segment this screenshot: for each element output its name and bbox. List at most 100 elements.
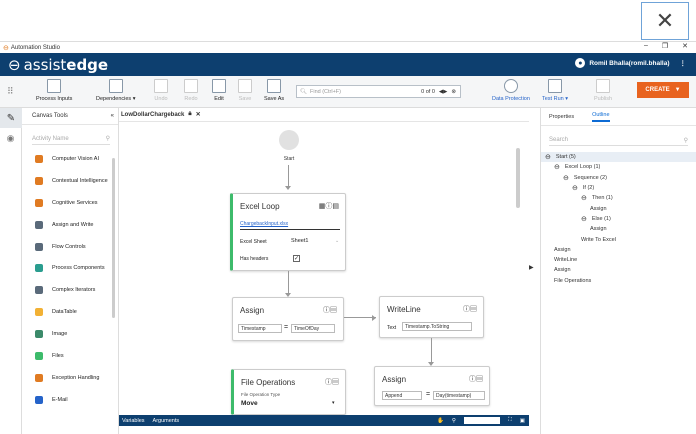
- zoom-search-icon[interactable]: ⚲: [452, 418, 456, 424]
- edit-button[interactable]: Edit: [212, 79, 226, 102]
- has-headers-checkbox[interactable]: ✓: [293, 255, 300, 262]
- assign2-info-icons[interactable]: ⓘ▤: [469, 374, 483, 384]
- pan-icon[interactable]: ✋: [437, 418, 444, 424]
- assign-to-input[interactable]: Timestamp: [238, 324, 282, 333]
- brand-bar: ⊖ assist edge ● Romil Bhalla(romil.bhalla…: [0, 53, 696, 76]
- assign2-to-input[interactable]: Append: [382, 391, 422, 400]
- assign-info-icons[interactable]: ⓘ▤: [323, 305, 337, 315]
- start-node[interactable]: [279, 130, 299, 150]
- collapse-toggle-icon[interactable]: ⊖: [545, 153, 551, 161]
- tool-item[interactable]: Flow Controls: [22, 236, 118, 258]
- canvas-tools-rail-button[interactable]: ✎: [0, 108, 22, 128]
- file-ops-info-icons[interactable]: ⓘ▤: [325, 377, 339, 387]
- find-prev-next-icon[interactable]: ◀▶: [439, 89, 447, 95]
- tool-item[interactable]: Assign and Write: [22, 214, 118, 236]
- collapse-toggle-icon[interactable]: ⊖: [572, 184, 578, 192]
- create-button[interactable]: CREATE ▼: [637, 82, 689, 98]
- settings-rail-icon[interactable]: ◉: [0, 128, 21, 148]
- data-protection-button[interactable]: Data Protection: [492, 79, 530, 102]
- canvas-scrollbar[interactable]: [516, 148, 520, 208]
- tool-item[interactable]: E-Mail: [22, 389, 118, 411]
- tool-item[interactable]: Files: [22, 345, 118, 367]
- lock-icon: 🔒︎: [188, 111, 192, 117]
- outline-node[interactable]: Assign: [541, 265, 696, 275]
- writeline-activity[interactable]: WriteLine ⓘ▤ Text Timestamp.ToString: [379, 296, 484, 338]
- file-ops-title: File Operations: [241, 378, 296, 387]
- overview-icon[interactable]: ▣: [520, 418, 525, 424]
- writeline-text-input[interactable]: Timestamp.ToString: [402, 322, 472, 331]
- outline-node[interactable]: File Operations: [541, 276, 696, 286]
- collapse-toggle-icon[interactable]: ⊖: [581, 215, 587, 223]
- redo-button[interactable]: Redo: [184, 79, 198, 102]
- canvas-tab[interactable]: LowDollarChargeback 🔒︎ ✕: [119, 108, 529, 122]
- excel-loop-activity[interactable]: Excel Loop ▦ⓘ▤ ChargebackInput.xlsx Exce…: [230, 193, 346, 271]
- collapse-toggle-icon[interactable]: ⊖: [581, 194, 587, 202]
- user-menu[interactable]: ● Romil Bhalla(romil.bhalla) ⋮: [575, 58, 686, 68]
- fit-icon[interactable]: ⛶: [508, 417, 512, 424]
- process-inputs-button[interactable]: Process Inputs: [36, 79, 72, 102]
- excel-file-link[interactable]: ChargebackInput.xlsx: [240, 221, 288, 227]
- more-menu-icon[interactable]: ⋮: [680, 59, 687, 67]
- arguments-tab[interactable]: Arguments: [153, 418, 180, 424]
- window-close-icon[interactable]: ✕: [682, 42, 688, 50]
- test-run-button[interactable]: Test Run ▾: [542, 79, 568, 102]
- tool-item[interactable]: Image: [22, 323, 118, 345]
- close-icon[interactable]: ✕: [641, 2, 689, 40]
- zoom-select[interactable]: [463, 417, 500, 424]
- outline-node[interactable]: Write To Excel: [541, 234, 696, 244]
- outline-node[interactable]: ⊖ Excel Loop (1): [541, 162, 696, 172]
- collapse-panel-icon[interactable]: «: [111, 113, 114, 119]
- publish-button[interactable]: Publish: [594, 79, 612, 102]
- expand-panel-icon[interactable]: ▶: [529, 264, 534, 271]
- tab-properties[interactable]: Properties: [549, 114, 574, 120]
- equals-icon: =: [284, 324, 289, 331]
- tools-scrollbar[interactable]: [112, 158, 115, 318]
- writeline-info-icons[interactable]: ⓘ▤: [463, 304, 477, 314]
- tab-outline[interactable]: Outline: [592, 112, 610, 122]
- dependencies-button[interactable]: Dependencies ▾: [96, 79, 135, 102]
- assign2-value-input[interactable]: Day(timestamp): [433, 391, 485, 400]
- tab-close-icon[interactable]: ✕: [196, 111, 201, 118]
- variables-tab[interactable]: Variables: [122, 418, 145, 424]
- collapse-toggle-icon[interactable]: ⊖: [563, 174, 569, 182]
- outline-node[interactable]: Assign: [541, 224, 696, 234]
- divider: [240, 229, 340, 230]
- tool-item[interactable]: Exception Handling: [22, 367, 118, 389]
- excel-sheet-select[interactable]: Sheet1: [291, 238, 308, 244]
- outline-node[interactable]: ⊖ Start (5): [541, 152, 696, 163]
- outline-node[interactable]: Assign: [541, 245, 696, 255]
- undo-button[interactable]: Undo: [154, 79, 168, 102]
- save-button[interactable]: Save: [238, 79, 252, 102]
- tool-item[interactable]: Process Components: [22, 257, 118, 279]
- excel-loop-title: Excel Loop: [240, 202, 280, 211]
- assign-activity-2[interactable]: Assign ⓘ▤ Append = Day(timestamp): [374, 366, 490, 406]
- find-clear-icon[interactable]: ⊗: [451, 89, 456, 95]
- tool-item[interactable]: Computer Vision AI: [22, 148, 118, 170]
- apps-grid-icon[interactable]: ⠿: [7, 86, 14, 97]
- find-input[interactable]: 🔍︎ Find (Ctrl+F) 0 of 0 ◀▶ ⊗: [296, 85, 461, 98]
- assign-activity[interactable]: Assign ⓘ▤ Timestamp = TimeOfDay: [232, 297, 344, 341]
- collapse-toggle-icon[interactable]: ⊖: [554, 163, 560, 171]
- outline-node[interactable]: ⊖ Else (1): [541, 214, 696, 224]
- outline-node[interactable]: ⊖ Then (1): [541, 193, 696, 203]
- maximize-icon[interactable]: ❐: [662, 42, 668, 50]
- assign-value-input[interactable]: TimeOfDay: [291, 324, 335, 333]
- outline-node[interactable]: ⊖ Sequence (2): [541, 173, 696, 183]
- activity-search-placeholder: Activity Name: [32, 135, 69, 142]
- outline-search-input[interactable]: Search ⚲: [549, 135, 688, 146]
- excel-loop-icons[interactable]: ▦ⓘ▤: [319, 201, 339, 211]
- outline-node[interactable]: ⊖ If (2): [541, 183, 696, 193]
- file-op-type-select[interactable]: Move: [241, 400, 258, 407]
- tool-item[interactable]: Contextual Intelligence: [22, 170, 118, 192]
- tool-item[interactable]: Complex Iterators: [22, 279, 118, 301]
- activity-search-input[interactable]: Activity Name ⚲: [32, 133, 110, 145]
- save-as-button[interactable]: Save As: [264, 79, 284, 102]
- tool-item[interactable]: DataTable: [22, 301, 118, 323]
- has-headers-label: Has headers: [240, 256, 269, 262]
- file-operations-activity[interactable]: File Operations ⓘ▤ File Operation Type M…: [231, 369, 346, 415]
- outline-node[interactable]: WriteLine: [541, 255, 696, 265]
- minimize-icon[interactable]: –: [644, 42, 648, 50]
- dependencies-label: Dependencies ▾: [96, 96, 136, 102]
- tool-item[interactable]: Cognitive Services: [22, 192, 118, 214]
- outline-node[interactable]: Assign: [541, 203, 696, 213]
